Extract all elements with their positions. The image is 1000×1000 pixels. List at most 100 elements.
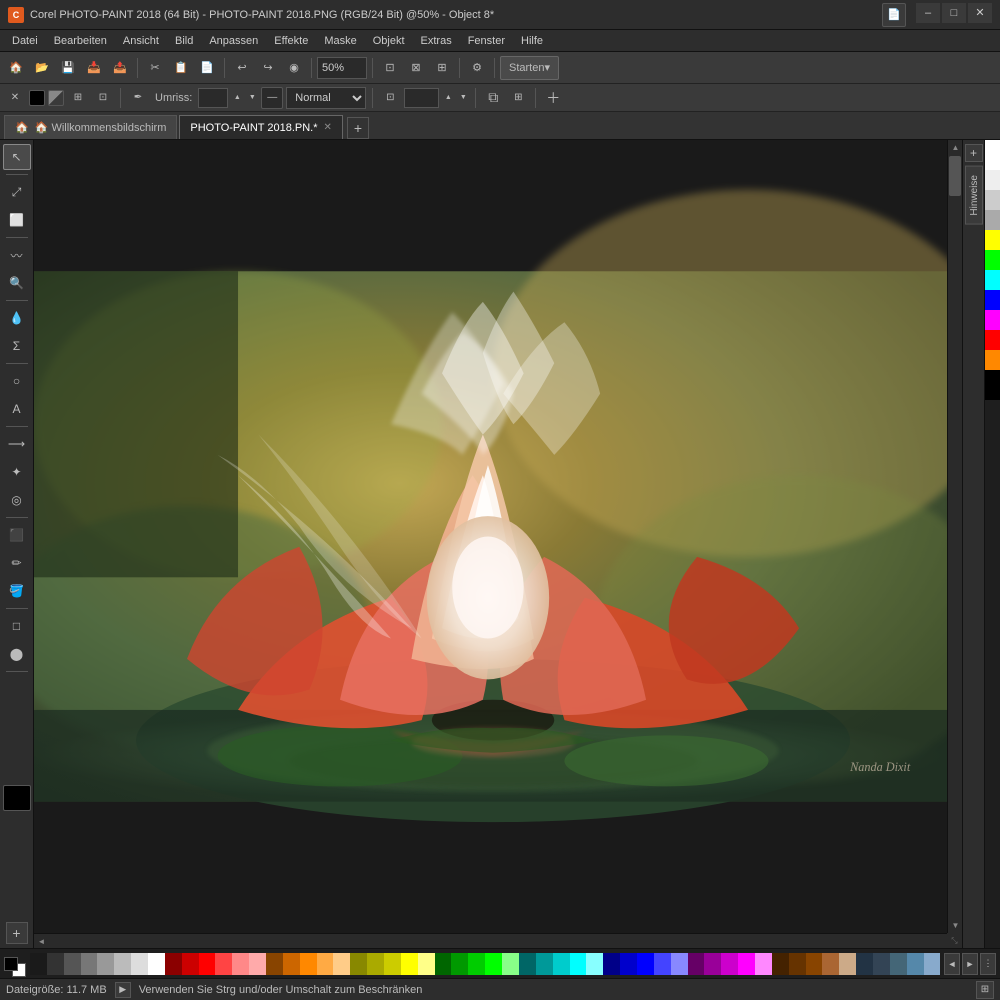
foreground-swatch[interactable] <box>4 957 18 971</box>
pc-37[interactable] <box>637 953 654 975</box>
pc-14[interactable] <box>249 953 266 975</box>
obj-spinner-dn[interactable]: ▼ <box>246 93 258 103</box>
menu-datei[interactable]: Datei <box>4 30 46 52</box>
import-btn[interactable]: 📥 <box>82 56 106 80</box>
pc-3[interactable] <box>64 953 81 975</box>
tool-rect[interactable]: ⬛ <box>3 522 31 548</box>
pc-20[interactable] <box>350 953 367 975</box>
pc-9[interactable] <box>165 953 182 975</box>
pc-10[interactable] <box>182 953 199 975</box>
right-panel-expand[interactable]: + <box>965 144 983 162</box>
obj-btn2[interactable]: ⊞ <box>67 87 89 109</box>
zoom-input[interactable]: 50% <box>317 57 367 79</box>
copy-btn[interactable]: 📋 <box>169 56 193 80</box>
obj-line-btn[interactable]: — <box>261 87 283 109</box>
tool-clone[interactable]: ◎ <box>3 487 31 513</box>
pc-48[interactable] <box>822 953 839 975</box>
menu-extras[interactable]: Extras <box>413 30 460 52</box>
pc-40[interactable] <box>688 953 705 975</box>
menu-effekte[interactable]: Effekte <box>266 30 316 52</box>
blend-btn2[interactable]: ⊞ <box>507 87 529 109</box>
palette-color-gray[interactable] <box>985 190 1000 210</box>
palette-color-magenta[interactable] <box>985 310 1000 330</box>
palette-color-red[interactable] <box>985 330 1000 350</box>
tab-file-close[interactable]: ✕ <box>324 122 332 133</box>
scroll-thumb-v[interactable] <box>949 156 961 196</box>
hints-tab[interactable]: Hinweise <box>965 166 983 225</box>
pc-27[interactable] <box>468 953 485 975</box>
palette-color-white[interactable] <box>985 140 1000 170</box>
menu-fenster[interactable]: Fenster <box>460 30 513 52</box>
pc-29[interactable] <box>502 953 519 975</box>
pc-51[interactable] <box>873 953 890 975</box>
starten-btn[interactable]: Starten ▾ <box>500 56 559 80</box>
undo-btn[interactable]: ↩ <box>230 56 254 80</box>
palette-color-dgray[interactable] <box>985 210 1000 230</box>
pc-8[interactable] <box>148 953 165 975</box>
pc-25[interactable] <box>435 953 452 975</box>
pc-41[interactable] <box>704 953 721 975</box>
history-btn[interactable]: ◉ <box>282 56 306 80</box>
scrollbar-vertical[interactable]: ▲ ▼ <box>947 140 962 933</box>
obj-btn1[interactable]: ✕ <box>4 87 26 109</box>
pc-26[interactable] <box>451 953 468 975</box>
tool-select[interactable]: ↖ <box>3 144 31 170</box>
pc-46[interactable] <box>789 953 806 975</box>
pc-33[interactable] <box>570 953 587 975</box>
settings-btn[interactable]: ⚙ <box>465 56 489 80</box>
pc-21[interactable] <box>367 953 384 975</box>
tool-erase[interactable]: ✏ <box>3 550 31 576</box>
obj-spinner-up[interactable]: ▲ <box>231 93 243 103</box>
scroll-down-arrow[interactable]: ▼ <box>948 918 962 933</box>
pc-6[interactable] <box>114 953 131 975</box>
palette-next-btn[interactable]: ► <box>962 953 978 975</box>
tool-text[interactable]: A <box>3 396 31 422</box>
tool-highlight[interactable]: ⬤ <box>3 641 31 667</box>
pc-12[interactable] <box>215 953 232 975</box>
open-btn[interactable]: 📂 <box>30 56 54 80</box>
pc-16[interactable] <box>283 953 300 975</box>
menu-maske[interactable]: Maske <box>316 30 364 52</box>
status-info-btn[interactable]: ▶ <box>115 982 131 998</box>
pc-28[interactable] <box>485 953 502 975</box>
pc-24[interactable] <box>418 953 435 975</box>
tool-zoom[interactable]: 🔍 <box>3 270 31 296</box>
pc-39[interactable] <box>671 953 688 975</box>
palette-color-lgray[interactable] <box>985 170 1000 190</box>
tool-shadow[interactable]: □ <box>3 613 31 639</box>
menu-bearbeiten[interactable]: Bearbeiten <box>46 30 115 52</box>
status-icon-btn[interactable]: ⊞ <box>976 981 994 999</box>
opacity-spin-dn[interactable]: ▼ <box>457 93 469 103</box>
blend-btn1[interactable]: ⧉ <box>482 87 504 109</box>
palette-color-blue[interactable] <box>985 290 1000 310</box>
opacity-spin-up[interactable]: ▲ <box>442 93 454 103</box>
pc-50[interactable] <box>856 953 873 975</box>
pc-18[interactable] <box>317 953 334 975</box>
tool-add-button[interactable]: + <box>6 922 28 944</box>
opacity-input[interactable]: 0 <box>404 88 439 108</box>
close-button[interactable]: ✕ <box>968 3 992 23</box>
palette-prev-btn[interactable]: ◄ <box>944 953 960 975</box>
tab-file[interactable]: PHOTO-PAINT 2018.PN.* ✕ <box>179 115 343 139</box>
menu-ansicht[interactable]: Ansicht <box>115 30 167 52</box>
pc-43[interactable] <box>738 953 755 975</box>
pc-34[interactable] <box>586 953 603 975</box>
scroll-up-arrow[interactable]: ▲ <box>948 140 962 155</box>
obj-fill-btn[interactable] <box>48 90 64 106</box>
palette-color-cyan[interactable] <box>985 270 1000 290</box>
scroll-left-arrow[interactable]: ◄ <box>34 934 49 948</box>
zoom-100-btn[interactable]: ⊠ <box>404 56 428 80</box>
pc-54[interactable] <box>924 953 940 975</box>
pc-11[interactable] <box>199 953 216 975</box>
tool-dropper[interactable]: 💧 <box>3 305 31 331</box>
pc-23[interactable] <box>401 953 418 975</box>
pc-22[interactable] <box>384 953 401 975</box>
tool-smear[interactable]: Σ <box>3 333 31 359</box>
pc-42[interactable] <box>721 953 738 975</box>
tool-ellipse[interactable]: ○ <box>3 368 31 394</box>
document-icon-btn[interactable]: 📄 <box>882 3 906 27</box>
pc-30[interactable] <box>519 953 536 975</box>
tool-fill[interactable]: 🪣 <box>3 578 31 604</box>
redo-btn[interactable]: ↪ <box>256 56 280 80</box>
menu-hilfe[interactable]: Hilfe <box>513 30 551 52</box>
